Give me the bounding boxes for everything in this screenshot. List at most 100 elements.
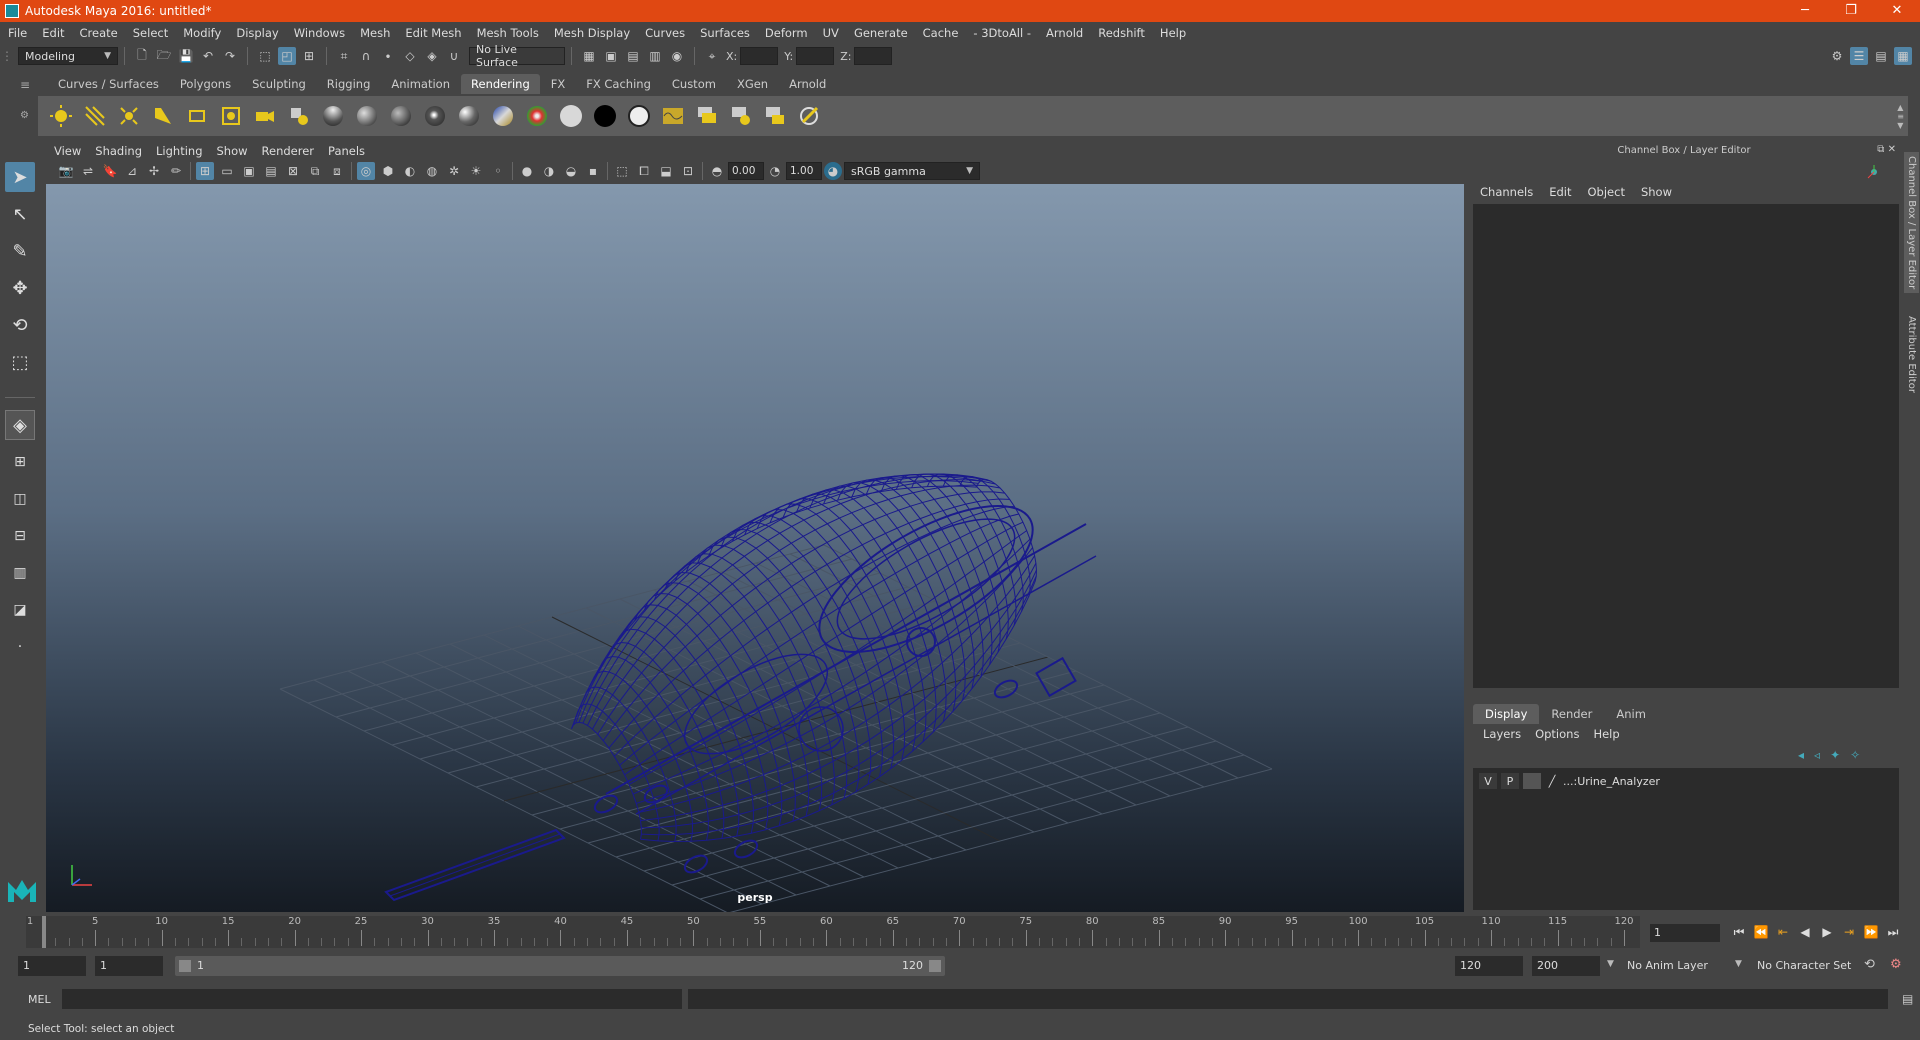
backface-culling-icon[interactable]: ⊡ [679, 162, 697, 180]
directional-light-icon[interactable] [80, 101, 110, 131]
perspective-viewport[interactable]: persp [46, 184, 1464, 912]
menu-arnold[interactable]: Arnold [1046, 26, 1083, 40]
start-time-field[interactable]: 1 [18, 956, 86, 976]
channel-box-icon[interactable]: ▦ [1894, 47, 1912, 65]
menu-file[interactable]: File [8, 26, 27, 40]
channel-menu-edit[interactable]: Edit [1549, 185, 1571, 199]
step-back-icon[interactable]: ⏪ [1750, 925, 1772, 939]
x-field[interactable] [740, 47, 779, 65]
panel-menu-panels[interactable]: Panels [328, 144, 365, 158]
current-frame-field[interactable]: 1 [1650, 924, 1720, 942]
volume-light-icon[interactable] [216, 101, 246, 131]
smooth-shade-icon[interactable]: ⬢ [379, 162, 397, 180]
single-perspective-view-icon[interactable]: ◈ [5, 410, 35, 440]
menu-uv[interactable]: UV [823, 26, 839, 40]
rotate-tool-icon[interactable]: ⟲ [5, 310, 35, 340]
menu-redshift[interactable]: Redshift [1098, 26, 1145, 40]
shelf-menu-icon-2[interactable]: ≡ [1897, 112, 1904, 121]
render-target-icon[interactable] [794, 101, 824, 131]
layer-color-icon[interactable]: ╱ [1545, 773, 1559, 789]
shadows-icon[interactable]: ☀ [467, 162, 485, 180]
menu-help[interactable]: Help [1160, 26, 1186, 40]
channel-menu-object[interactable]: Object [1588, 185, 1625, 199]
current-time-marker[interactable] [42, 916, 46, 948]
anim-start-field[interactable]: 1 [95, 956, 163, 976]
scale-tool-icon[interactable]: ⬚ [5, 347, 35, 377]
go-to-end-icon[interactable]: ⏭ [1882, 925, 1904, 940]
new-empty-layer-icon[interactable]: ✦ [1830, 748, 1840, 762]
grip-icon[interactable]: ⋮ [1, 47, 13, 65]
shelf-tab-curves-surfaces[interactable]: Curves / Surfaces [48, 74, 169, 94]
screen-space-ao-icon[interactable]: ● [518, 162, 536, 180]
modeling-toolkit-icon[interactable]: ⚙ [1828, 47, 1846, 65]
snap-surface-icon[interactable]: ◈ [423, 47, 441, 65]
xray-joints-icon[interactable]: ⧠ [635, 162, 653, 180]
layer-tab-render[interactable]: Render [1539, 704, 1604, 724]
command-language-label[interactable]: MEL [28, 993, 62, 1006]
anti-aliasing-icon[interactable]: ◒ [562, 162, 580, 180]
lambert-material-icon[interactable] [352, 101, 382, 131]
gate-mask-icon[interactable]: ▤ [262, 162, 280, 180]
character-set-dropdown[interactable]: No Character Set [1752, 956, 1862, 976]
panel-menu-show[interactable]: Show [217, 144, 248, 158]
phonge-material-icon[interactable] [454, 101, 484, 131]
range-slider[interactable]: 1 120 [175, 956, 945, 976]
play-forwards-icon[interactable]: ▶ [1816, 925, 1838, 939]
scene-canvas[interactable] [46, 184, 1464, 912]
2d-pan-zoom-icon[interactable]: ✢ [145, 162, 163, 180]
auto-key-icon[interactable]: ⟲ [1864, 957, 1875, 972]
snap-curve-icon[interactable]: ∩ [357, 47, 375, 65]
xyz-manipulator-icon[interactable] [1866, 164, 1882, 180]
gamma-field[interactable]: 1.00 [786, 162, 822, 180]
bookmark-icon[interactable]: 🔖 [101, 162, 119, 180]
textured-icon[interactable]: ◍ [423, 162, 441, 180]
hypershade-icon[interactable]: ◉ [668, 47, 686, 65]
shelf-tab-polygons[interactable]: Polygons [170, 74, 241, 94]
move-layer-down-icon[interactable]: ◃ [1814, 748, 1820, 762]
paint-select-icon[interactable]: ✎ [5, 236, 35, 266]
render-settings-icon[interactable]: ▦ [580, 47, 598, 65]
layer-visibility-toggle[interactable]: V [1479, 773, 1497, 789]
film-gate-icon[interactable]: ▭ [218, 162, 236, 180]
layer-playback-toggle[interactable]: P [1501, 773, 1519, 789]
phong-material-icon[interactable] [420, 101, 450, 131]
exposure-icon[interactable]: ◓ [708, 162, 726, 180]
chevron-down-icon[interactable]: ▼ [1607, 959, 1614, 969]
move-layer-up-icon[interactable]: ◂ [1798, 748, 1804, 762]
menu-display[interactable]: Display [236, 26, 278, 40]
shelf-tab-fx[interactable]: FX [541, 74, 576, 94]
new-layer-selected-icon[interactable]: ✧ [1850, 748, 1860, 762]
shelf-scroll-up-icon[interactable]: ▲ [1897, 103, 1904, 112]
menu-modify[interactable]: Modify [183, 26, 221, 40]
shelf-tab-animation[interactable]: Animation [381, 74, 460, 94]
menu-edit[interactable]: Edit [42, 26, 64, 40]
persp-outliner-icon[interactable]: ◫ [5, 484, 35, 514]
channel-box-area[interactable] [1473, 204, 1899, 688]
ramp-material-icon[interactable] [522, 101, 552, 131]
anim-layer-dropdown[interactable]: No Anim Layer [1622, 956, 1722, 976]
menu-curves[interactable]: Curves [645, 26, 685, 40]
exposure-field[interactable]: 0.00 [728, 162, 764, 180]
shelf-tab-rendering[interactable]: Rendering [461, 74, 540, 94]
ipr-render-icon[interactable]: ▤ [624, 47, 642, 65]
persp-uv-icon[interactable]: ◪ [5, 595, 35, 625]
z-field[interactable] [854, 47, 893, 65]
grease-pencil-icon[interactable]: ✏ [167, 162, 185, 180]
render-layer-icon[interactable] [692, 101, 722, 131]
menu-surfaces[interactable]: Surfaces [700, 26, 750, 40]
view-transform-dropdown[interactable]: sRGB gamma ▼ [844, 162, 980, 180]
menu-windows[interactable]: Windows [294, 26, 345, 40]
light-link-icon[interactable] [284, 101, 314, 131]
menu-mesh-display[interactable]: Mesh Display [554, 26, 630, 40]
batch-render-icon[interactable] [726, 101, 756, 131]
grid-toggle-icon[interactable]: ⊞ [196, 162, 214, 180]
step-forward-icon[interactable]: ⏩ [1860, 925, 1882, 939]
minimize-button[interactable]: ─ [1782, 0, 1828, 22]
depth-of-field-icon[interactable]: ▪ [584, 162, 602, 180]
color-management-icon[interactable]: ◕ [824, 162, 842, 180]
xray-components-icon[interactable]: ⬓ [657, 162, 675, 180]
render-frame-icon[interactable]: ▣ [602, 47, 620, 65]
shelf-options-icon[interactable]: ⚙ [20, 110, 29, 121]
transform-icon[interactable]: ⌖ [703, 47, 721, 65]
hypershade-persp-icon[interactable]: ▥ [5, 558, 35, 588]
